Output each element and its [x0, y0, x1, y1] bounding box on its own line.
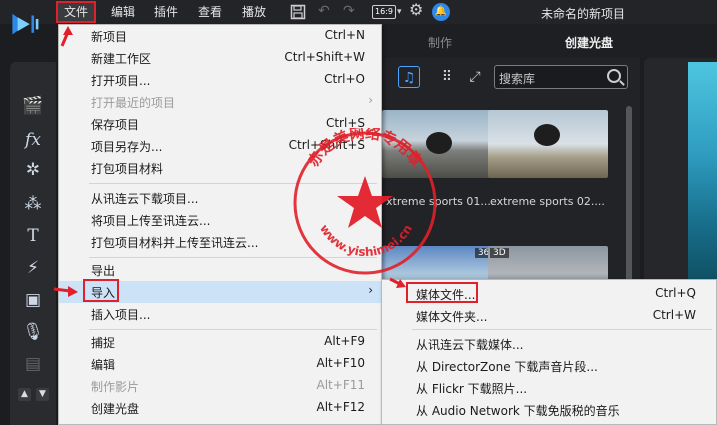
notification-bell-icon[interactable]: 🔔 — [432, 3, 450, 21]
menu-item-new-project[interactable]: 新项目 Ctrl+N — [59, 25, 381, 47]
menu-separator — [89, 329, 377, 330]
mode-tabs: 制作 创建光盘 — [380, 24, 640, 58]
menu-item-create-disc[interactable]: 创建光盘 Alt+F12 — [59, 397, 381, 419]
fx-icon[interactable]: fx — [22, 130, 44, 150]
gear-icon[interactable]: ⚙ — [409, 2, 423, 18]
tab-produce[interactable]: 制作 — [428, 34, 452, 51]
expand-icon[interactable]: ⤢ — [464, 66, 486, 88]
media-thumbnail[interactable] — [382, 110, 502, 178]
preview-image — [688, 62, 717, 292]
menu-separator — [89, 183, 377, 184]
file-menu: 新项目 Ctrl+N 新建工作区 Ctrl+Shift+W 打开项目... Ctrl+… — [58, 24, 382, 425]
chevron-right-icon: › — [368, 93, 373, 107]
menu-view[interactable]: 查看 — [198, 3, 222, 21]
annotation-arrow-icon — [389, 277, 406, 288]
menu-item-produce[interactable]: 制作影片 Alt+F11 — [59, 375, 381, 397]
menu-separator — [412, 329, 712, 330]
menu-file[interactable]: 文件 — [56, 1, 97, 23]
menu-item-recent-projects[interactable]: 打开最近的项目 › — [59, 91, 381, 113]
search-icon[interactable] — [607, 69, 621, 83]
menu-item-new-workspace[interactable]: 新建工作区 Ctrl+Shift+W — [59, 47, 381, 69]
particle-icon[interactable]: ✲ — [22, 160, 44, 180]
thumbnail-caption: extreme sports 02.... — [490, 195, 605, 208]
menu-item-cloud-download[interactable]: 从讯连云下载项目... — [59, 187, 381, 209]
thumbnail-caption: xtreme sports 01.... — [386, 195, 495, 208]
scroll-up-icon[interactable]: ▲ — [18, 388, 31, 401]
menu-item-save-as[interactable]: 项目另存为... Ctrl+Shift+S — [59, 135, 381, 157]
save-icon[interactable] — [290, 4, 306, 20]
scroll-down-icon[interactable]: ▼ — [36, 388, 49, 401]
annotation-highlight-media-files — [406, 282, 478, 303]
menu-play[interactable]: 播放 — [242, 3, 266, 21]
library-search[interactable]: 搜索库 — [494, 65, 628, 89]
microphone-icon[interactable]: 🎙 — [22, 322, 44, 342]
submenu-item-directorzone[interactable]: 从 DirectorZone 下载声音片段... — [382, 354, 716, 376]
window-title: 未命名的新项目 — [541, 7, 626, 21]
grid-view-icon[interactable]: ⠿ — [436, 66, 458, 88]
menu-item-open-project[interactable]: 打开项目... Ctrl+O — [59, 69, 381, 91]
menu-edit[interactable]: 编辑 — [111, 3, 135, 21]
media-room-icon[interactable]: 🎬 — [22, 96, 44, 116]
media-thumbnail[interactable] — [488, 110, 608, 178]
fireworks-icon[interactable]: ⁂ — [22, 194, 44, 214]
search-input[interactable]: 搜索库 — [499, 70, 535, 87]
library-scrollbar[interactable] — [626, 106, 632, 296]
chevron-down-icon[interactable]: ▾ — [397, 4, 402, 20]
menu-bar: 文件 编辑 插件 查看 播放 ↶ ↷ 16:9 ▾ ⚙ 🔔 未命名的新项目 — [0, 0, 717, 35]
redo-icon[interactable]: ↷ — [343, 3, 355, 19]
menu-item-pack-and-upload[interactable]: 打包项目材料并上传至讯连云... — [59, 231, 381, 253]
menu-item-cloud-upload[interactable]: 将项目上传至讯连云... — [59, 209, 381, 231]
menu-item-pack-materials[interactable]: 打包项目材料 — [59, 157, 381, 179]
menu-separator — [89, 257, 377, 258]
pip-icon[interactable]: ▣ — [22, 290, 44, 310]
right-header — [640, 24, 717, 58]
undo-icon[interactable]: ↶ — [318, 3, 330, 19]
badge-3d: 3D — [490, 248, 509, 258]
music-filter-icon[interactable]: ♫ — [398, 66, 420, 88]
submenu-item-cloud-media[interactable]: 从讯连云下载媒体... — [382, 332, 716, 354]
menu-item-export[interactable]: 导出 — [59, 259, 381, 281]
aspect-ratio-selector[interactable]: 16:9 — [372, 5, 396, 19]
menu-item-save-project[interactable]: 保存项目 Ctrl+S — [59, 113, 381, 135]
submenu-item-flickr[interactable]: 从 Flickr 下载照片... — [382, 376, 716, 398]
menu-plugins[interactable]: 插件 — [154, 3, 178, 21]
submenu-item-media-folder[interactable]: 媒体文件夹... Ctrl+W — [382, 304, 716, 326]
menu-item-insert-project[interactable]: 插入项目... — [59, 303, 381, 325]
menu-item-edit[interactable]: 编辑 Alt+F10 — [59, 353, 381, 375]
annotation-highlight-import — [83, 279, 119, 302]
transition-icon[interactable]: ⚡ — [22, 258, 44, 278]
title-icon[interactable]: T — [22, 226, 44, 246]
chevron-right-icon: › — [368, 283, 373, 297]
menu-item-capture[interactable]: 捕捉 Alt+F9 — [59, 331, 381, 353]
annotation-arrow-icon — [60, 26, 73, 47]
tab-create-disc[interactable]: 创建光盘 — [565, 34, 613, 51]
annotation-arrow-icon — [53, 286, 78, 297]
app-logo-icon — [12, 13, 39, 35]
subtitle-icon[interactable]: ▤ — [22, 354, 44, 374]
submenu-item-audio-network[interactable]: 从 Audio Network 下载免版税的音乐 — [382, 398, 716, 420]
